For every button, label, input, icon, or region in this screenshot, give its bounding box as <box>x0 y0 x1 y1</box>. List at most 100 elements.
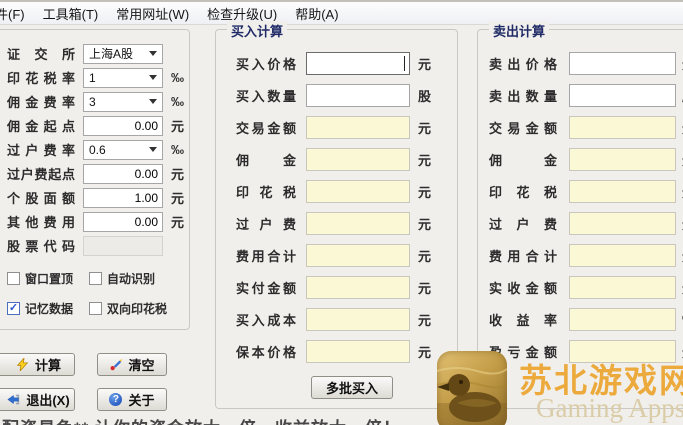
buy-amount-label: 交易金额 <box>236 120 296 136</box>
sell-row: 过户费 元 <box>489 211 683 235</box>
transfer-rate-label: 过户费率 <box>7 143 75 158</box>
checkbox-box[interactable] <box>89 272 102 285</box>
sell-amount-field <box>569 115 676 139</box>
sell-commission-label: 佣金 <box>489 152 557 168</box>
chevron-down-icon <box>149 99 157 104</box>
sell-amount-label: 交易金额 <box>489 120 557 136</box>
checkbox-box[interactable] <box>7 272 20 285</box>
sell-row: 卖出数量 股 <box>489 83 683 107</box>
buy-total-fee-label: 费用合计 <box>236 248 296 264</box>
menu-help[interactable]: 帮助(A) <box>286 4 347 23</box>
sell-row: 收益率 % <box>489 307 683 331</box>
checkbox-box[interactable] <box>89 302 102 315</box>
unit-label: ‰ <box>171 142 184 157</box>
yield-rate-label: 收益率 <box>489 312 557 328</box>
commission-rate-label: 佣金费率 <box>7 95 75 110</box>
calculate-label: 计算 <box>34 358 61 373</box>
setting-row: 佣金起点 元 <box>7 115 189 136</box>
checkbox-row: 窗口置顶 自动识别 <box>7 270 189 287</box>
sell-qty-input[interactable] <box>569 83 676 107</box>
unit-label: 元 <box>418 216 432 232</box>
sell-row: 印花税 元 <box>489 179 683 203</box>
menu-websites[interactable]: 常用网址(W) <box>107 4 198 23</box>
clear-label: 清空 <box>128 358 155 373</box>
menu-file[interactable]: 件(F) <box>0 4 34 23</box>
chevron-down-icon <box>149 51 157 56</box>
checkbox-label: 窗口置顶 <box>25 272 74 286</box>
fee-settings-panel: 证交所 上海A股 印花税率 1 ‰ 佣金费率 3 ‰ 佣金起点 元 <box>0 29 190 330</box>
buy-row: 实付金额 元 <box>236 275 457 299</box>
menu-toolbox[interactable]: 工具箱(T) <box>34 4 108 23</box>
checkbox-box[interactable] <box>7 302 20 315</box>
setting-row: 过户费率 0.6 ‰ <box>7 139 189 160</box>
face-value-input[interactable] <box>83 187 163 208</box>
yield-rate-field <box>569 307 676 331</box>
clear-button[interactable]: 清空 <box>97 353 167 376</box>
transfer-min-input[interactable] <box>83 163 163 184</box>
sell-row: 交易金额 元 <box>489 115 683 139</box>
sell-transfer-field <box>569 211 676 235</box>
exit-button[interactable]: 退出(X) <box>0 388 75 411</box>
unit-label: 元 <box>418 120 432 136</box>
sell-received-field <box>569 275 676 299</box>
setting-row: 股票代码 <box>7 235 189 256</box>
commission-min-input[interactable] <box>83 115 163 136</box>
checkbox-auto-detect[interactable]: 自动识别 <box>89 270 155 287</box>
buy-cost-field <box>306 307 410 331</box>
stamp-rate-select[interactable]: 1 <box>83 67 163 88</box>
calculate-button[interactable]: 计算 <box>0 353 75 376</box>
unit-label: 元 <box>171 119 185 134</box>
buy-calc-panel: 买入计算 买入价格 元 买入数量 股 交易金额 元 佣金 元 印花税 元 过户费 <box>215 21 458 409</box>
unit-label: 元 <box>171 167 185 182</box>
stock-code-input <box>83 235 163 256</box>
checkbox-row: 记忆数据 双向印花税 <box>7 300 189 317</box>
checkbox-label: 双向印花税 <box>107 302 168 316</box>
sell-stamp-field <box>569 179 676 203</box>
sell-price-label: 卖出价格 <box>489 56 557 72</box>
transfer-rate-select[interactable]: 0.6 <box>83 139 163 160</box>
sell-total-fee-label: 费用合计 <box>489 248 557 264</box>
sell-price-input[interactable] <box>569 51 676 75</box>
transfer-min-label: 过户费起点 <box>7 167 75 182</box>
exchange-label: 证交所 <box>7 47 75 62</box>
multi-batch-buy-button[interactable]: 多批买入 <box>311 376 393 399</box>
chevron-down-icon <box>149 147 157 152</box>
exit-label: 退出(X) <box>26 393 70 408</box>
buy-stamp-field <box>306 179 410 203</box>
sell-calc-panel: 卖出计算 卖出价格 元 卖出数量 股 交易金额 元 佣金 元 印花税 元 过户费 <box>477 21 683 409</box>
checkbox-bidirectional-stamp[interactable]: 双向印花税 <box>89 300 167 317</box>
menu-update[interactable]: 检查升级(U) <box>198 4 286 23</box>
unit-label: 元 <box>418 312 432 328</box>
marquee-text: 配资易色** 让你的资金放大一倍，收益放大一倍！ <box>2 414 401 425</box>
focused-input-wrap <box>306 51 410 75</box>
checkbox-remember-data[interactable]: 记忆数据 <box>7 300 89 317</box>
exchange-value: 上海A股 <box>89 47 134 61</box>
buy-transfer-field <box>306 211 410 235</box>
buy-amount-field <box>306 115 410 139</box>
sell-row: 卖出价格 元 <box>489 51 683 75</box>
stock-code-label: 股票代码 <box>7 239 75 254</box>
transfer-rate-value: 0.6 <box>89 142 106 157</box>
buy-qty-input[interactable] <box>306 83 410 107</box>
about-button[interactable]: ? 关于 <box>97 388 167 411</box>
unit-label: 元 <box>418 344 432 360</box>
pen-icon <box>111 358 123 371</box>
other-fee-input[interactable] <box>83 211 163 232</box>
unit-label: 元 <box>171 191 185 206</box>
setting-row: 其他费用 元 <box>7 211 189 232</box>
breakeven-price-field <box>306 339 410 363</box>
exchange-select[interactable]: 上海A股 <box>83 43 163 64</box>
other-fee-label: 其他费用 <box>7 215 75 230</box>
buy-price-input[interactable] <box>306 51 410 75</box>
about-label: 关于 <box>128 393 155 408</box>
sell-row: 佣金 元 <box>489 147 683 171</box>
checkbox-window-top[interactable]: 窗口置顶 <box>7 270 89 287</box>
fee-calculator-window: 件(F) 工具箱(T) 常用网址(W) 检查升级(U) 帮助(A) 证交所 上海… <box>0 0 683 425</box>
options-section: 窗口置顶 自动识别 记忆数据 双向印花税 <box>7 270 189 317</box>
setting-row: 佣金费率 3 ‰ <box>7 91 189 112</box>
commission-rate-select[interactable]: 3 <box>83 91 163 112</box>
buy-row: 交易金额 元 <box>236 115 457 139</box>
sell-row: 实收金额 元 <box>489 275 683 299</box>
sell-qty-label: 卖出数量 <box>489 88 557 104</box>
watermark-subtitle: Gaming Apps <box>536 393 683 423</box>
